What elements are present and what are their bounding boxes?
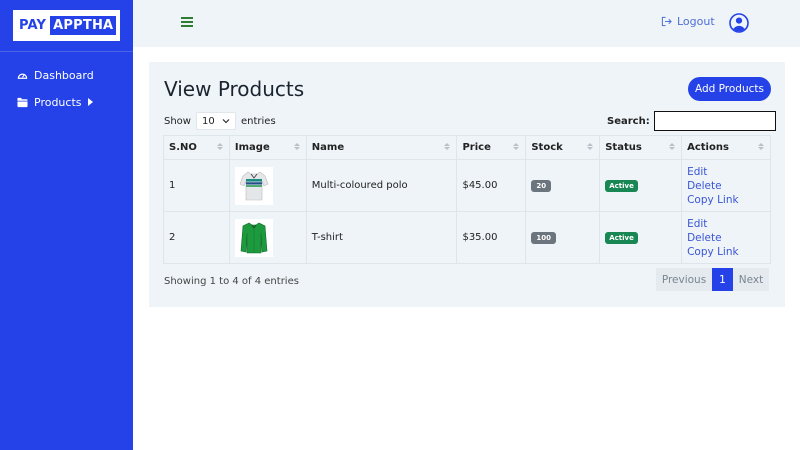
cell-image bbox=[228, 159, 307, 212]
edit-link[interactable]: Edit bbox=[687, 165, 770, 179]
gauge-icon bbox=[17, 70, 28, 81]
brand-logo-part1: PAY bbox=[19, 18, 47, 33]
show-label: Show bbox=[164, 115, 191, 127]
stock-badge: 100 bbox=[531, 231, 556, 244]
column-header-status[interactable]: Status bbox=[599, 135, 683, 160]
product-image-tshirt bbox=[234, 218, 273, 257]
products-table: S.NO Image Name Price Stock Status Actio… bbox=[163, 135, 771, 264]
cell-actions: Edit Delete Copy Link bbox=[681, 159, 771, 212]
brand-logo[interactable]: PAY APPTHA bbox=[13, 10, 120, 41]
sidebar-item-label: Products bbox=[34, 95, 82, 109]
table-info: Showing 1 to 4 of 4 entries bbox=[164, 276, 299, 287]
sort-icon bbox=[293, 143, 300, 150]
cell-price: $45.00 bbox=[456, 159, 527, 212]
logout-label: Logout bbox=[677, 15, 715, 28]
cell-name: T-shirt bbox=[305, 211, 458, 264]
cell-stock: 100 bbox=[525, 211, 601, 264]
cell-stock: 20 bbox=[525, 159, 601, 212]
pagination: Previous 1 Next bbox=[656, 268, 769, 291]
sort-icon bbox=[758, 143, 764, 150]
cell-status: Active bbox=[599, 159, 683, 212]
logout-icon bbox=[661, 16, 672, 27]
sort-icon bbox=[587, 143, 594, 150]
folder-icon bbox=[17, 97, 28, 108]
chevron-down-icon bbox=[222, 119, 230, 124]
cell-actions: Edit Delete Copy Link bbox=[681, 211, 771, 264]
cell-name: Multi-coloured polo bbox=[305, 159, 458, 212]
sort-icon bbox=[513, 143, 520, 150]
copy-link[interactable]: Copy Link bbox=[687, 245, 770, 259]
sidebar-item-dashboard[interactable]: Dashboard bbox=[0, 66, 133, 84]
sort-icon bbox=[669, 143, 676, 150]
table-header-row: S.NO Image Name Price Stock Status Actio… bbox=[163, 135, 771, 160]
page-title: View Products bbox=[164, 77, 305, 101]
delete-link[interactable]: Delete bbox=[687, 231, 770, 245]
entries-select-value: 10 bbox=[201, 115, 215, 127]
column-header-price[interactable]: Price bbox=[456, 135, 527, 160]
sidebar-item-products[interactable]: Products bbox=[0, 93, 133, 111]
product-image-polo bbox=[234, 166, 273, 205]
pagination-next-button[interactable]: Next bbox=[733, 268, 769, 291]
entries-length-control: Show 10 entries bbox=[164, 112, 276, 130]
hamburger-menu-icon[interactable] bbox=[181, 17, 193, 27]
copy-link[interactable]: Copy Link bbox=[687, 193, 770, 207]
status-badge: Active bbox=[605, 179, 638, 192]
add-products-button[interactable]: Add Products bbox=[688, 77, 771, 101]
pagination-page-1[interactable]: 1 bbox=[712, 268, 733, 291]
caret-right-icon bbox=[87, 98, 93, 106]
search-label: Search: bbox=[607, 115, 650, 127]
sort-icon bbox=[444, 143, 451, 150]
column-header-stock[interactable]: Stock bbox=[525, 135, 601, 160]
sidebar: PAY APPTHA Dashboard Products bbox=[0, 0, 133, 450]
user-avatar-icon[interactable] bbox=[729, 13, 749, 33]
column-header-image[interactable]: Image bbox=[228, 135, 307, 160]
stock-badge: 20 bbox=[531, 179, 552, 192]
cell-sno: 2 bbox=[163, 211, 230, 264]
cell-image bbox=[228, 211, 307, 264]
brand-logo-part2: APPTHA bbox=[50, 16, 117, 35]
logout-link[interactable]: Logout bbox=[661, 15, 715, 28]
column-header-name[interactable]: Name bbox=[305, 135, 458, 160]
search-input[interactable] bbox=[653, 111, 776, 131]
table-search: Search: bbox=[607, 111, 776, 131]
products-card: View Products Add Products Show 10 entri… bbox=[149, 62, 785, 307]
sidebar-item-label: Dashboard bbox=[34, 68, 94, 82]
table-row: 1 Multi-coloured polo $45.00 20 Active E… bbox=[163, 159, 771, 212]
column-header-actions[interactable]: Actions bbox=[681, 135, 771, 160]
delete-link[interactable]: Delete bbox=[687, 179, 770, 193]
cell-price: $35.00 bbox=[456, 211, 527, 264]
topbar: Logout bbox=[133, 0, 800, 47]
logo-area: PAY APPTHA bbox=[0, 0, 133, 52]
entries-select[interactable]: 10 bbox=[195, 112, 236, 130]
cell-sno: 1 bbox=[163, 159, 230, 212]
table-row: 2 T-shirt $35.00 100 Active Edit Delete … bbox=[163, 211, 771, 264]
cell-status: Active bbox=[599, 211, 683, 264]
status-badge: Active bbox=[605, 231, 638, 244]
edit-link[interactable]: Edit bbox=[687, 217, 770, 231]
sort-icon bbox=[216, 143, 223, 150]
pagination-previous-button[interactable]: Previous bbox=[656, 268, 712, 291]
entries-label: entries bbox=[240, 115, 276, 127]
column-header-sno[interactable]: S.NO bbox=[163, 135, 230, 160]
